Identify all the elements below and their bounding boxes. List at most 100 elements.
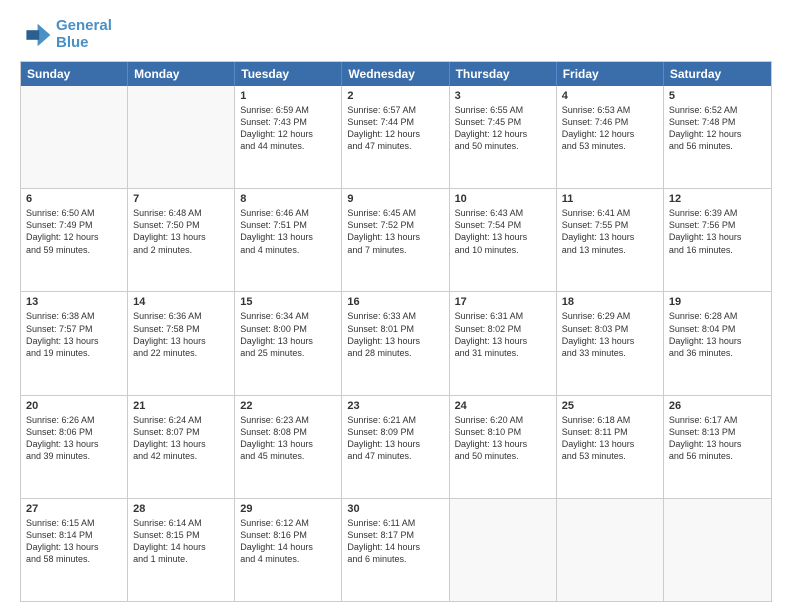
day-number: 1 [240, 90, 336, 102]
cell-info-line: and 16 minutes. [669, 244, 766, 256]
day-number: 26 [669, 400, 766, 412]
day-cell-5: 5Sunrise: 6:52 AMSunset: 7:48 PMDaylight… [664, 86, 771, 188]
cell-info-line: and 28 minutes. [347, 347, 443, 359]
cell-info-line: Daylight: 13 hours [26, 438, 122, 450]
cell-info-line: Daylight: 13 hours [26, 541, 122, 553]
cell-info-line: and 56 minutes. [669, 140, 766, 152]
cell-info-line: Daylight: 13 hours [562, 335, 658, 347]
day-cell-30: 30Sunrise: 6:11 AMSunset: 8:17 PMDayligh… [342, 499, 449, 601]
day-cell-9: 9Sunrise: 6:45 AMSunset: 7:52 PMDaylight… [342, 189, 449, 291]
day-cell-1: 1Sunrise: 6:59 AMSunset: 7:43 PMDaylight… [235, 86, 342, 188]
header-day-thursday: Thursday [450, 62, 557, 86]
calendar-row-1: 6Sunrise: 6:50 AMSunset: 7:49 PMDaylight… [21, 188, 771, 291]
header-day-wednesday: Wednesday [342, 62, 449, 86]
cell-info-line: Sunrise: 6:15 AM [26, 517, 122, 529]
cell-info-line: and 47 minutes. [347, 450, 443, 462]
cell-info-line: Sunset: 8:13 PM [669, 426, 766, 438]
cell-info-line: Sunset: 7:56 PM [669, 219, 766, 231]
day-number: 13 [26, 296, 122, 308]
day-number: 8 [240, 193, 336, 205]
cell-info-line: Sunrise: 6:52 AM [669, 104, 766, 116]
header-day-friday: Friday [557, 62, 664, 86]
day-number: 14 [133, 296, 229, 308]
cell-info-line: Daylight: 13 hours [669, 438, 766, 450]
day-cell-2: 2 Sunrise: 6:57 AMSunset: 7:44 PMDaylight… [342, 86, 449, 188]
cell-info-line: Sunrise: 6:28 AM [669, 310, 766, 322]
cell-info-line: Sunset: 8:06 PM [26, 426, 122, 438]
cell-info-line: Daylight: 13 hours [455, 231, 551, 243]
cell-info-line: and 39 minutes. [26, 450, 122, 462]
day-cell-8: 8Sunrise: 6:46 AMSunset: 7:51 PMDaylight… [235, 189, 342, 291]
cell-info-line: Sunset: 8:02 PM [455, 323, 551, 335]
cell-info-line: Daylight: 13 hours [669, 335, 766, 347]
cell-info-line: and 42 minutes. [133, 450, 229, 462]
cell-info-line: Sunrise: 6:55 AM [455, 104, 551, 116]
calendar-header: SundayMondayTuesdayWednesdayThursdayFrid… [21, 62, 771, 86]
cell-info-line: Sunset: 8:07 PM [133, 426, 229, 438]
cell-info-line: Sunrise: 6:26 AM [26, 414, 122, 426]
day-number: 4 [562, 90, 658, 102]
calendar-body: 1Sunrise: 6:59 AMSunset: 7:43 PMDaylight… [21, 86, 771, 601]
logo: General Blue [20, 18, 112, 51]
calendar-row-3: 20Sunrise: 6:26 AMSunset: 8:06 PMDayligh… [21, 395, 771, 498]
cell-info-line: Sunset: 8:14 PM [26, 529, 122, 541]
day-number: 10 [455, 193, 551, 205]
cell-info-line: Daylight: 13 hours [562, 438, 658, 450]
calendar-page: General Blue SundayMondayTuesdayWednesda… [0, 0, 792, 612]
cell-info-line: Sunset: 8:10 PM [455, 426, 551, 438]
cell-info-line: Daylight: 12 hours [26, 231, 122, 243]
cell-info-line: Sunrise: 6:38 AM [26, 310, 122, 322]
day-number: 6 [26, 193, 122, 205]
empty-cell-0-1 [128, 86, 235, 188]
day-number: 2 [347, 90, 443, 102]
cell-info-line: Sunrise: 6:14 AM [133, 517, 229, 529]
day-cell-21: 21Sunrise: 6:24 AMSunset: 8:07 PMDayligh… [128, 396, 235, 498]
cell-info-line: and 25 minutes. [240, 347, 336, 359]
cell-info-line: Sunset: 8:01 PM [347, 323, 443, 335]
cell-info-line: Sunset: 7:44 PM [347, 116, 443, 128]
cell-info-line: Sunrise: 6:57 AM [347, 104, 443, 116]
day-cell-10: 10Sunrise: 6:43 AMSunset: 7:54 PMDayligh… [450, 189, 557, 291]
day-cell-22: 22Sunrise: 6:23 AMSunset: 8:08 PMDayligh… [235, 396, 342, 498]
cell-info-line: and 1 minute. [133, 553, 229, 565]
cell-info-line: Daylight: 12 hours [669, 128, 766, 140]
cell-info-line: Daylight: 13 hours [562, 231, 658, 243]
cell-info-line: Daylight: 14 hours [347, 541, 443, 553]
day-number: 22 [240, 400, 336, 412]
day-number: 16 [347, 296, 443, 308]
day-cell-6: 6Sunrise: 6:50 AMSunset: 7:49 PMDaylight… [21, 189, 128, 291]
day-number: 24 [455, 400, 551, 412]
day-cell-20: 20 Sunrise: 6:26 AMSunset: 8:06 PMDayligh… [21, 396, 128, 498]
cell-info-line: Sunrise: 6:46 AM [240, 207, 336, 219]
day-cell-27: 27 Sunrise: 6:15 AMSunset: 8:14 PMDayligh… [21, 499, 128, 601]
cell-info-line: Daylight: 12 hours [347, 128, 443, 140]
day-number: 27 [26, 503, 122, 515]
cell-info-line: Daylight: 13 hours [347, 231, 443, 243]
day-number: 5 [669, 90, 766, 102]
cell-info-line: Daylight: 14 hours [240, 541, 336, 553]
cell-info-line: and 53 minutes. [562, 450, 658, 462]
cell-info-line: Sunset: 7:45 PM [455, 116, 551, 128]
empty-cell-0-0 [21, 86, 128, 188]
cell-info-line: Sunset: 7:43 PM [240, 116, 336, 128]
day-cell-12: 12Sunrise: 6:39 AMSunset: 7:56 PMDayligh… [664, 189, 771, 291]
cell-info-line: and 7 minutes. [347, 244, 443, 256]
cell-info-line: and 31 minutes. [455, 347, 551, 359]
cell-info-line: Sunset: 8:08 PM [240, 426, 336, 438]
cell-info-line: Sunrise: 6:48 AM [133, 207, 229, 219]
day-cell-11: 11Sunrise: 6:41 AMSunset: 7:55 PMDayligh… [557, 189, 664, 291]
cell-info-line: Sunset: 7:52 PM [347, 219, 443, 231]
cell-info-line: and 10 minutes. [455, 244, 551, 256]
cell-info-line: Sunrise: 6:31 AM [455, 310, 551, 322]
cell-info-line: and 58 minutes. [26, 553, 122, 565]
cell-info-line: and 2 minutes. [133, 244, 229, 256]
cell-info-line: and 53 minutes. [562, 140, 658, 152]
page-header: General Blue [20, 18, 772, 51]
day-cell-29: 29Sunrise: 6:12 AMSunset: 8:16 PMDayligh… [235, 499, 342, 601]
cell-info-line: Sunset: 8:00 PM [240, 323, 336, 335]
cell-info-line: Sunset: 8:17 PM [347, 529, 443, 541]
calendar-row-4: 27Sunrise: 6:15 AMSunset: 8:14 PMDayligh… [21, 498, 771, 601]
cell-info-line: Daylight: 14 hours [133, 541, 229, 553]
cell-info-line: Sunset: 8:09 PM [347, 426, 443, 438]
day-number: 20 [26, 400, 122, 412]
